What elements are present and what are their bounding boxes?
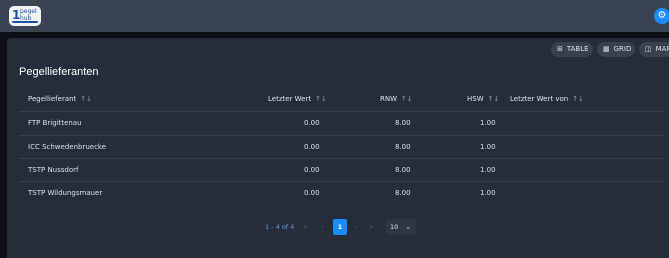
- sort-icon[interactable]: ↑↓: [80, 95, 92, 103]
- cell-rnw: 8.00: [395, 119, 411, 127]
- next-page-icon[interactable]: ›: [355, 219, 358, 235]
- map-icon: ◫: [645, 45, 652, 53]
- logo-underline: [12, 21, 38, 23]
- chevron-down-icon: ⌄: [405, 223, 411, 231]
- logo-word-pegel: pegel: [20, 8, 37, 15]
- prev-page-icon[interactable]: ‹: [321, 219, 324, 235]
- column-header-rnw[interactable]: RNW ↑↓: [380, 95, 413, 103]
- table-row[interactable]: FTP Brigittenau 0.00 8.00 1.00: [19, 111, 664, 133]
- cell-hsw: 1.00: [480, 166, 496, 174]
- app-logo[interactable]: 1 pegel hub: [9, 6, 41, 26]
- pagination-range: 1 - 4 of 4: [265, 223, 295, 231]
- page-title: Pegellieferanten: [19, 66, 99, 78]
- cell-pegellieferant: TSTP Wildungsmauer: [28, 189, 103, 197]
- table-row[interactable]: ICC Schwedenbruecke 0.00 8.00 1.00: [19, 135, 664, 157]
- view-grid-button[interactable]: ▦ GRID: [597, 42, 635, 57]
- page-size-select[interactable]: 10 ⌄: [386, 219, 416, 235]
- cell-pegellieferant: ICC Schwedenbruecke: [28, 143, 107, 151]
- cell-hsw: 1.00: [480, 189, 496, 197]
- cell-letzter-wert: 0.00: [304, 166, 320, 174]
- page-size-value: 10: [390, 223, 399, 231]
- first-page-icon[interactable]: «: [303, 219, 307, 235]
- cell-hsw: 1.00: [480, 119, 496, 127]
- table-row[interactable]: TSTP Wildungsmauer 0.00 8.00 1.00: [19, 181, 664, 203]
- column-header-pegellieferant[interactable]: Pegellieferant ↑↓: [28, 95, 92, 103]
- sort-icon[interactable]: ↑↓: [488, 95, 500, 103]
- column-label: Letzter Wert: [268, 95, 312, 103]
- column-label: HSW: [467, 95, 484, 103]
- table-header: Pegellieferant ↑↓ Letzter Wert ↑↓ RNW ↑↓ HS…: [19, 88, 664, 111]
- cell-rnw: 8.00: [395, 166, 411, 174]
- view-map-button[interactable]: ◫ MAP: [639, 42, 669, 57]
- grid-icon: ▦: [603, 45, 610, 53]
- view-grid-label: GRID: [613, 45, 632, 53]
- table-row[interactable]: TSTP Nussdorf 0.00 8.00 1.00: [19, 158, 664, 180]
- cell-pegellieferant: TSTP Nussdorf: [28, 166, 79, 174]
- cell-pegellieferant: FTP Brigittenau: [28, 119, 82, 127]
- sort-icon[interactable]: ↑↓: [315, 95, 327, 103]
- cell-letzter-wert: 0.00: [304, 189, 320, 197]
- sort-icon[interactable]: ↑↓: [572, 95, 584, 103]
- cell-letzter-wert: 0.00: [304, 119, 320, 127]
- column-header-letzter-wert-von[interactable]: Letzter Wert von ↑↓: [510, 95, 584, 103]
- table-icon: ⊞: [557, 45, 563, 53]
- view-map-label: MAP: [655, 45, 669, 53]
- column-header-hsw[interactable]: HSW ↑↓: [467, 95, 499, 103]
- cell-rnw: 8.00: [395, 189, 411, 197]
- cell-rnw: 8.00: [395, 143, 411, 151]
- view-table-label: TABLE: [566, 45, 589, 53]
- cell-letzter-wert: 0.00: [304, 143, 320, 151]
- column-label: Letzter Wert von: [510, 95, 569, 103]
- sort-icon[interactable]: ↑↓: [401, 95, 413, 103]
- view-table-button[interactable]: ⊞ TABLE: [551, 42, 593, 57]
- top-bar: 1 pegel hub ⚙: [0, 0, 669, 32]
- column-header-letzter-wert[interactable]: Letzter Wert ↑↓: [268, 95, 327, 103]
- last-page-icon[interactable]: »: [369, 219, 373, 235]
- column-label: Pegellieferant: [28, 95, 77, 103]
- page-button-current[interactable]: 1: [333, 219, 347, 235]
- settings-gear-icon[interactable]: ⚙: [654, 8, 669, 24]
- cell-hsw: 1.00: [480, 143, 496, 151]
- column-label: RNW: [380, 95, 398, 103]
